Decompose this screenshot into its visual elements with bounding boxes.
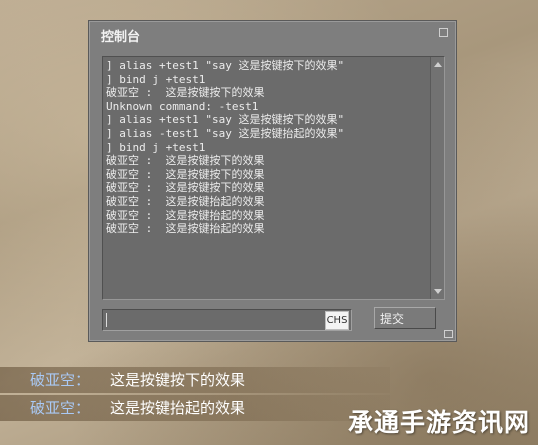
console-line: ] bind j +test1 (106, 72, 206, 86)
close-icon[interactable] (439, 28, 448, 37)
chat-message: 破亚空： 这是按键按下的效果 (0, 367, 390, 393)
chat-sender: 破亚空： (30, 399, 91, 417)
console-line: ] alias +test1 "say 这是按键按下的效果" (106, 59, 345, 72)
scroll-up-icon[interactable] (434, 62, 442, 67)
console-title: 控制台 (101, 30, 141, 45)
console-output: ] alias +test1 "say 这是按键按下的效果"] bind j +… (102, 56, 445, 300)
console-line: Unknown command: -test1 (106, 99, 259, 113)
console-line: 破亚空 : 这是按键抬起的效果 (106, 208, 265, 222)
console-lines: ] alias +test1 "say 这是按键按下的效果"] bind j +… (106, 59, 428, 236)
console-line: ] alias +test1 "say 这是按键按下的效果" (106, 113, 345, 127)
console-line: ] bind j +test1 (106, 140, 206, 154)
console-line: 破亚空 : 这是按键按下的效果 (106, 86, 265, 100)
chat-sender: 破亚空： (30, 371, 91, 389)
chat-message: 破亚空： 这是按键抬起的效果 (0, 395, 390, 421)
console-line: 破亚空 : 这是按键抬起的效果 (106, 222, 265, 236)
console-titlebar[interactable]: 控制台 (89, 21, 456, 47)
console-line: 破亚空 : 这是按键按下的效果 (106, 154, 265, 168)
watermark: 承通手游资讯网 (347, 408, 530, 437)
chat-text: 这是按键按下的效果 (110, 371, 246, 389)
console-line: 破亚空 : 这是按键按下的效果 (106, 181, 265, 195)
submit-button[interactable]: 提交 (374, 307, 436, 329)
scroll-down-icon[interactable] (434, 289, 442, 294)
console-line: 破亚空 : 这是按键抬起的效果 (106, 194, 265, 208)
chat-text: 这是按键抬起的效果 (110, 399, 246, 417)
console-scrollbar[interactable] (430, 57, 444, 299)
resize-icon[interactable] (444, 330, 453, 338)
command-input[interactable]: CHS (102, 309, 352, 331)
ime-indicator[interactable]: CHS (325, 311, 349, 330)
console-line: 破亚空 : 这是按键按下的效果 (106, 167, 265, 181)
console-line: ] alias -test1 "say 这是按键抬起的效果" (106, 126, 345, 140)
text-cursor (106, 313, 107, 327)
console-window: 控制台 ] alias +test1 "say 这是按键按下的效果"] bind… (88, 20, 457, 342)
